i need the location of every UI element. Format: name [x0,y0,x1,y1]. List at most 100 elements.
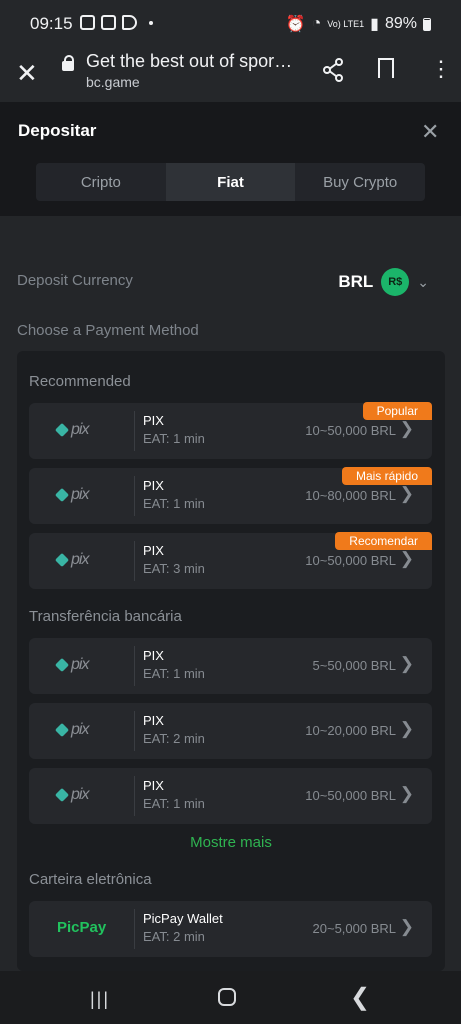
tab-fiat[interactable]: Fiat [165,163,296,201]
pix-logo: pix [54,486,89,504]
pix-logo: pix [54,786,89,804]
status-bar: 09:15 ⏰ ◔ Vo) LTE1 ▮ 89% [0,0,461,48]
status-right: ⏰ ◔ Vo) LTE1 ▮ 89% [286,14,431,34]
deposit-modal-header: Depositar ✕ Cripto Fiat Buy Crypto [0,102,461,216]
method-eat: EAT: 1 min [143,431,205,446]
method-range: 10~50,000 BRL [305,788,396,803]
method-card[interactable]: PicPay PicPay Wallet EAT: 2 min 20~5,000… [29,901,432,957]
section-e-wallet: Carteira eletrônica [29,871,152,888]
method-card[interactable]: pix PIX EAT: 1 min 10~50,000 BRL ❯ Popul… [29,402,432,459]
divider [134,411,135,451]
method-eat: EAT: 1 min [143,496,205,511]
method-card[interactable]: pix PIX EAT: 2 min 10~20,000 BRL ❯ [29,703,432,759]
battery-icon [423,17,431,31]
method-range: 10~20,000 BRL [305,723,396,738]
pix-icon [54,657,70,673]
pix-logo: pix [54,551,89,569]
tab-cripto[interactable]: Cripto [36,163,166,201]
method-eat: EAT: 3 min [143,561,205,576]
section-bank-transfer: Transferência bancária [29,608,182,625]
method-card[interactable]: pix PIX EAT: 1 min 10~50,000 BRL ❯ [29,768,432,824]
pix-icon [54,722,70,738]
currency-selector[interactable]: BRL R$ ⌄ [338,268,429,296]
method-card[interactable]: pix PIX EAT: 1 min 10~80,000 BRL ❯ Mais … [29,467,432,524]
payment-methods-panel: Recommended pix PIX EAT: 1 min 10~50,000… [17,351,445,971]
currency-code: BRL [338,272,374,291]
payment-method-label: Choose a Payment Method [17,322,199,339]
divider [134,909,135,949]
section-recommended: Recommended [29,373,131,390]
chevron-right-icon: ❯ [399,917,414,936]
pix-icon [54,422,70,438]
method-name: PIX [143,648,164,663]
method-name: PIX [143,543,164,558]
method-name: PIX [143,478,164,493]
method-eat: EAT: 2 min [143,731,205,746]
method-eat: EAT: 1 min [143,666,205,681]
status-time: 09:15 [30,14,73,33]
share-icon[interactable] [322,58,344,88]
show-more-link[interactable]: Mostre mais [17,834,445,851]
method-tag: Popular [362,402,432,420]
chevron-right-icon: ❯ [399,784,414,803]
bookmark-icon[interactable] [378,58,394,78]
pix-logo: pix [54,656,89,674]
divider [134,476,135,516]
method-tag: Mais rápido [341,467,432,485]
page-title[interactable]: Get the best out of spor… [86,51,292,72]
method-range: 20~5,000 BRL [312,921,396,936]
wifi-icon: ◔ [311,15,322,32]
method-name: PIX [143,713,164,728]
gallery-icon [101,15,116,30]
pix-icon [54,487,70,503]
back-icon[interactable]: ❮ [350,983,370,1012]
tab-buy-crypto[interactable]: Buy Crypto [295,163,425,201]
home-icon[interactable] [218,988,236,1006]
chevron-right-icon: ❯ [399,654,414,673]
pix-icon [54,787,70,803]
alarm-icon: ⏰ [285,16,306,33]
chevron-down-icon: ⌄ [417,273,429,290]
more-options-icon[interactable]: ⋮ [430,58,452,80]
method-range: 5~50,000 BRL [312,658,396,673]
more-notifications-icon [149,21,153,25]
method-eat: EAT: 1 min [143,796,205,811]
picpay-logo: PicPay [57,919,107,936]
page-url[interactable]: bc.game [86,74,140,90]
deposit-currency-label: Deposit Currency [17,272,133,289]
chevron-right-icon: ❯ [399,719,414,738]
recent-apps-icon[interactable]: ||| [90,989,110,1010]
pix-logo: pix [54,721,89,739]
close-modal-icon[interactable]: ✕ [421,119,439,145]
divider [134,646,135,686]
deposit-tabs: Cripto Fiat Buy Crypto [36,163,425,201]
method-name: PIX [143,413,164,428]
close-tab-icon[interactable]: ✕ [16,58,38,89]
deposit-content: Deposit Currency BRL R$ ⌄ Choose a Payme… [0,216,461,971]
method-card[interactable]: pix PIX EAT: 1 min 5~50,000 BRL ❯ [29,638,432,694]
signal-icon: ▮ [370,16,379,33]
method-card[interactable]: pix PIX EAT: 3 min 10~50,000 BRL ❯ Recom… [29,532,432,589]
currency-badge: R$ [381,268,410,296]
method-range: 10~50,000 BRL [305,423,396,438]
method-eat: EAT: 2 min [143,929,205,944]
method-tag: Recomendar [335,532,432,550]
pix-logo: pix [54,421,89,439]
divider [134,776,135,816]
modal-title: Depositar [18,121,97,140]
app-icon [80,15,95,30]
method-range: 10~80,000 BRL [305,488,396,503]
notification-icons [80,15,153,30]
divider [134,541,135,581]
pix-icon [54,552,70,568]
lock-icon [62,55,74,71]
method-name: PIX [143,778,164,793]
browser-toolbar: ✕ Get the best out of spor… bc.game ⋮ [0,48,461,102]
method-name: PicPay Wallet [143,911,223,926]
chevron-right-icon: ❯ [399,549,414,568]
chevron-right-icon: ❯ [399,419,414,438]
system-nav-bar: ||| ❮ [0,971,461,1024]
chevron-right-icon: ❯ [399,484,414,503]
battery-percent: 89% [384,15,417,32]
play-icon [122,15,137,30]
